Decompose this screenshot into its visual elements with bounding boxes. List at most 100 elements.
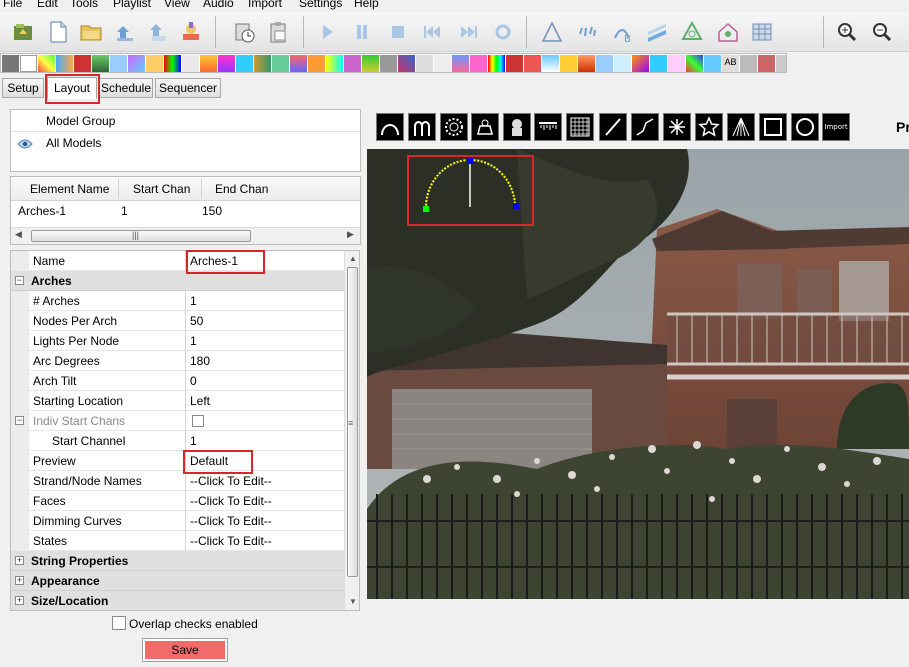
triangle-icon[interactable] <box>538 18 566 46</box>
indiv-start-chans-checkbox[interactable] <box>192 415 204 427</box>
category-size-location[interactable]: + Size/Location <box>11 591 344 610</box>
star-icon[interactable] <box>503 113 531 141</box>
effect-candle-icon[interactable] <box>74 55 91 72</box>
arch-icon[interactable] <box>376 113 404 141</box>
prop-states-row[interactable]: States --Click To Edit-- <box>11 531 344 551</box>
menu-help[interactable]: Help <box>354 0 379 10</box>
prop-strand-names-value[interactable]: --Click To Edit-- <box>190 474 272 488</box>
prop-value[interactable]: 1 <box>190 334 197 348</box>
paint-icon[interactable] <box>177 18 205 46</box>
play-icon[interactable] <box>313 18 341 46</box>
effect-curtain-icon[interactable] <box>128 55 145 72</box>
prop-preview-value[interactable]: Default <box>190 454 228 468</box>
prop-value[interactable]: Left <box>190 394 210 408</box>
menu-file[interactable]: File <box>3 0 22 10</box>
custom-icon[interactable] <box>471 113 499 141</box>
effect-snowstorm-icon[interactable] <box>614 55 631 72</box>
pause-icon[interactable] <box>348 18 376 46</box>
expand-icon[interactable]: + <box>15 596 24 605</box>
effect-state-icon[interactable] <box>668 55 685 72</box>
menu-import[interactable]: Import <box>248 0 282 10</box>
prop-value[interactable]: 50 <box>190 314 203 328</box>
effect-pinwheel-icon[interactable] <box>470 55 487 72</box>
prop-preview-row[interactable]: Preview Default <box>11 451 344 471</box>
effect-galaxy-icon[interactable] <box>236 55 253 72</box>
star-outline-icon[interactable] <box>695 113 723 141</box>
effect-pictures-icon[interactable] <box>452 55 469 72</box>
effect-single-strand-icon[interactable] <box>578 55 595 72</box>
scroll-down-icon[interactable]: ▼ <box>349 597 357 606</box>
fast-forward-icon[interactable] <box>455 18 483 46</box>
tree-icon[interactable] <box>678 18 706 46</box>
house-icon[interactable] <box>714 18 742 46</box>
clipboard-icon[interactable] <box>264 18 292 46</box>
effect-servo-icon[interactable] <box>524 55 541 72</box>
prop-value[interactable]: 0 <box>190 374 197 388</box>
menu-settings[interactable]: Settings <box>299 0 342 10</box>
rewind-icon[interactable] <box>418 18 446 46</box>
prop-dimming-row[interactable]: Dimming Curves --Click To Edit-- <box>11 511 344 531</box>
effect-fan-icon[interactable] <box>164 55 181 72</box>
clock-icon[interactable] <box>230 18 258 46</box>
effect-glediator-icon[interactable] <box>272 55 289 72</box>
square-icon[interactable] <box>759 113 787 141</box>
prop-dimming-value[interactable]: --Click To Edit-- <box>190 514 272 528</box>
prop-strand-names-row[interactable]: Strand/Node Names --Click To Edit-- <box>11 471 344 491</box>
zoom-out-icon[interactable] <box>868 18 896 46</box>
effect-color-wash-icon[interactable] <box>110 55 127 72</box>
scroll-thumb[interactable]: ||| <box>31 230 251 242</box>
tab-setup[interactable]: Setup <box>2 78 44 98</box>
effect-life-icon[interactable] <box>308 55 325 72</box>
sparkle-icon[interactable] <box>573 18 601 46</box>
expand-icon[interactable]: + <box>15 556 24 565</box>
effect-fireworks-icon[interactable] <box>218 55 235 72</box>
category-string-properties[interactable]: + String Properties <box>11 551 344 571</box>
open-folder-icon[interactable] <box>9 18 37 46</box>
scroll-right-icon[interactable]: ▶ <box>347 229 354 240</box>
effect-liquid-icon[interactable] <box>362 55 379 72</box>
effect-faces-icon[interactable] <box>182 55 199 72</box>
category-arches[interactable]: − Arches <box>11 271 344 291</box>
prop-value[interactable]: 180 <box>190 354 210 368</box>
prop-faces-row[interactable]: Faces --Click To Edit-- <box>11 491 344 511</box>
repeat-icon[interactable] <box>489 18 517 46</box>
effect-dmx-icon[interactable] <box>146 55 163 72</box>
prop-row[interactable]: Lights Per Node 1 <box>11 331 344 351</box>
prop-start-channel-row[interactable]: Start Channel 1 <box>11 431 344 451</box>
stop-icon[interactable] <box>384 18 412 46</box>
folder-icon[interactable] <box>77 18 105 46</box>
polyline-icon[interactable] <box>631 113 659 141</box>
effect-shimmer-icon[interactable] <box>542 55 559 72</box>
scroll-left-icon[interactable]: ◀ <box>15 229 22 240</box>
effect-snowflakes-icon[interactable] <box>596 55 613 72</box>
effect-twinkle-icon[interactable] <box>758 55 775 72</box>
effect-lines-icon[interactable] <box>344 55 361 72</box>
effect-piano-icon[interactable] <box>434 55 451 72</box>
prop-name-value[interactable]: Arches-1 <box>190 254 238 268</box>
grid-icon[interactable] <box>748 18 776 46</box>
icicle-icon[interactable] <box>534 113 562 141</box>
effect-ripple-icon[interactable] <box>506 55 523 72</box>
menu-audio[interactable]: Audio <box>203 0 234 10</box>
new-file-icon[interactable] <box>44 18 72 46</box>
expand-icon[interactable]: + <box>15 576 24 585</box>
effect-music-icon[interactable] <box>416 55 433 72</box>
scroll-thumb[interactable]: ≡ <box>347 267 358 577</box>
prop-row[interactable]: Starting Location Left <box>11 391 344 411</box>
matrix-icon[interactable] <box>566 113 594 141</box>
column-start-chan[interactable]: Start Chan <box>133 182 190 196</box>
effect-text-icon[interactable]: AB <box>722 55 739 72</box>
effect-fire-icon[interactable] <box>200 55 217 72</box>
model-group-row[interactable]: All Models <box>11 132 360 154</box>
effect-circles-icon[interactable] <box>92 55 109 72</box>
prop-value[interactable]: 1 <box>190 294 197 308</box>
tab-layout[interactable]: Layout <box>47 77 97 99</box>
prop-faces-value[interactable]: --Click To Edit-- <box>190 494 272 508</box>
save-icon[interactable] <box>111 18 139 46</box>
effect-off-icon[interactable] <box>2 55 19 72</box>
menu-tools[interactable]: Tools <box>70 0 98 10</box>
effect-bars-icon[interactable] <box>38 55 55 72</box>
spinner-icon[interactable] <box>663 113 691 141</box>
effect-meteors-icon[interactable] <box>398 55 415 72</box>
effect-plasma-icon[interactable] <box>488 55 505 72</box>
